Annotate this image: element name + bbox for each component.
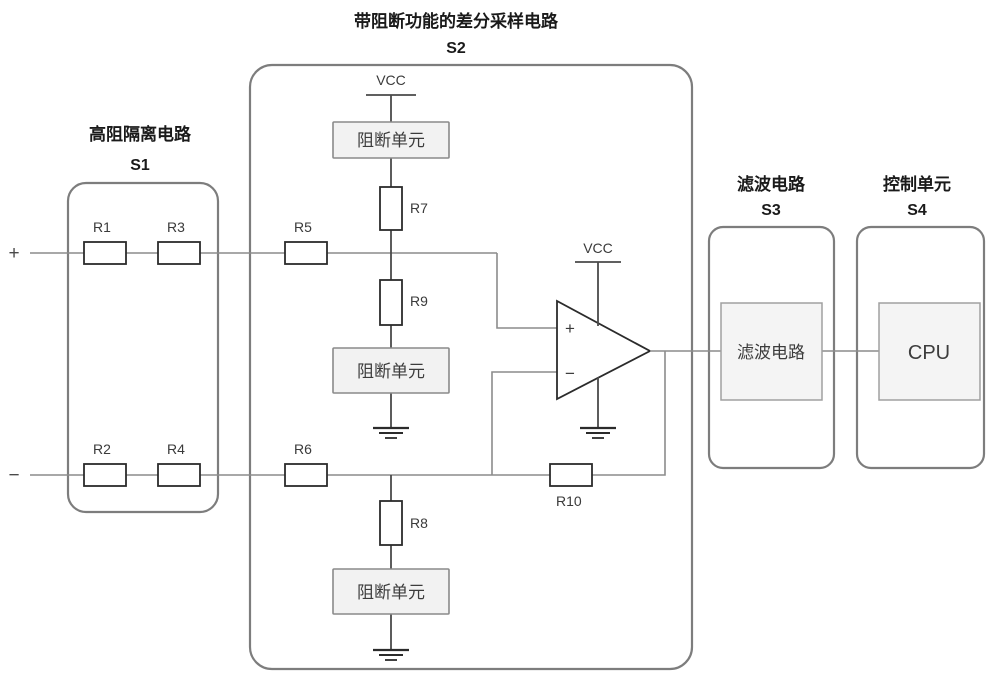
vcc-label-top: VCC bbox=[376, 72, 406, 88]
wire-node-opamp-minus bbox=[491, 371, 557, 475]
group-code-s4: S4 bbox=[907, 202, 927, 219]
resistor-r6-label: R6 bbox=[294, 441, 312, 457]
group-title-s3: 滤波电路 bbox=[737, 174, 806, 195]
group-container-s1 bbox=[66, 181, 220, 514]
blocking-unit-middle-label: 阻断单元 bbox=[357, 362, 425, 382]
filter-block-label: 滤波电路 bbox=[737, 343, 805, 363]
resistor-r7-label: R7 bbox=[410, 200, 428, 216]
wire-node-opamp-plus bbox=[496, 253, 557, 329]
resistor-r4 bbox=[157, 463, 201, 487]
resistor-r6 bbox=[284, 463, 328, 487]
resistor-r1-label: R1 bbox=[93, 219, 111, 235]
resistor-r7 bbox=[379, 186, 403, 231]
terminal-negative-label: − bbox=[8, 465, 19, 486]
resistor-r1 bbox=[83, 241, 127, 265]
resistor-r8 bbox=[379, 500, 403, 546]
resistor-r10 bbox=[549, 463, 593, 487]
resistor-r9 bbox=[379, 279, 403, 326]
cpu-block-label: CPU bbox=[908, 342, 950, 364]
opamp-symbol bbox=[556, 299, 652, 401]
group-title-s1: 高阻隔离电路 bbox=[89, 124, 192, 145]
resistor-r2 bbox=[83, 463, 127, 487]
resistor-r3 bbox=[157, 241, 201, 265]
ground-symbol-bottom bbox=[373, 648, 409, 661]
terminal-positive-label: + bbox=[8, 243, 19, 264]
resistor-r5-label: R5 bbox=[294, 219, 312, 235]
resistor-r3-label: R3 bbox=[167, 219, 185, 235]
ground-symbol-middle bbox=[373, 426, 409, 439]
blocking-unit-top-label: 阻断单元 bbox=[357, 131, 425, 151]
resistor-r8-label: R8 bbox=[410, 515, 428, 531]
group-code-s1: S1 bbox=[130, 157, 150, 174]
ground-symbol-opamp bbox=[580, 426, 616, 439]
opamp-plus-label: + bbox=[565, 319, 575, 338]
vcc-label-opamp: VCC bbox=[583, 240, 613, 256]
group-container-s2 bbox=[248, 63, 694, 671]
resistor-r10-label: R10 bbox=[556, 493, 582, 509]
group-code-s3: S3 bbox=[761, 202, 781, 219]
resistor-r2-label: R2 bbox=[93, 441, 111, 457]
diagram-canvas: 高阻隔离电路 S1 带阻断功能的差分采样电路 S2 滤波电路 S3 控制单元 S… bbox=[8, 11, 986, 671]
group-title-s4: 控制单元 bbox=[883, 174, 951, 195]
circuit-diagram: 高阻隔离电路 S1 带阻断功能的差分采样电路 S2 滤波电路 S3 控制单元 S… bbox=[0, 0, 1000, 681]
opamp-minus-label: − bbox=[565, 364, 575, 383]
resistor-r9-label: R9 bbox=[410, 293, 428, 309]
resistor-r4-label: R4 bbox=[167, 441, 185, 457]
blocking-unit-bottom-label: 阻断单元 bbox=[357, 583, 425, 603]
group-title-s2: 带阻断功能的差分采样电路 bbox=[354, 11, 559, 32]
group-code-s2: S2 bbox=[446, 40, 466, 57]
resistor-r5 bbox=[284, 241, 328, 265]
